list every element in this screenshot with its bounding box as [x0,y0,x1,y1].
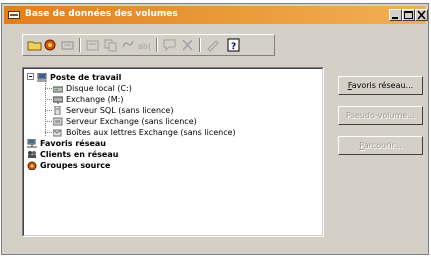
button-label: avoris réseau... [351,81,414,90]
tree-item-label: Clients en réseau [40,150,119,159]
tree-item-label: Exchange (M:) [66,95,124,104]
collapse-toggle[interactable] [27,73,34,80]
tree-connector [45,88,52,89]
network-clients-icon [27,150,37,159]
tree-item-label: Favoris réseau [40,139,106,148]
tree-connector [45,99,52,100]
tree-item-label: Serveur Exchange (sans licence) [66,117,197,126]
open-folder-icon[interactable] [27,38,43,52]
browse-button[interactable]: Parcourir... [338,136,423,155]
title-bar[interactable]: Base de données des volumes [4,6,428,24]
network-favorites-button[interactable]: Favoris réseau... [338,76,423,95]
tree-item-label: Disque local (C:) [66,84,132,93]
server-icon[interactable] [60,38,76,52]
volume-database-window: Base de données des volumes ab| ? Poste … [1,3,429,255]
rename-icon[interactable]: ab| [137,38,153,52]
close-icon [417,10,426,20]
close-button[interactable] [415,9,428,21]
link-icon[interactable] [120,38,136,52]
tree-item-label: Groupes source [40,161,111,170]
svg-text:ab|: ab| [138,42,151,51]
volume-tree[interactable]: Poste de travail Disque local (C:) Excha… [22,67,324,237]
maximize-button[interactable] [402,9,415,21]
toolbar-separator [199,38,201,52]
tree-item-label: Serveur SQL (sans licence) [66,106,174,115]
help-icon[interactable]: ? [226,38,242,52]
toolbar-separator [156,38,158,52]
properties-icon[interactable] [85,38,101,52]
button-label: arcourir... [363,141,402,150]
toolbar-separator [79,38,81,52]
minimize-button[interactable] [389,9,402,21]
tree-connector [45,132,52,133]
window-title: Base de données des volumes [25,9,178,19]
mailbox-icon [52,128,63,137]
tree-connector [45,110,52,111]
source-groups-icon [27,161,37,171]
minimize-icon [392,17,398,19]
edit-icon[interactable] [205,38,221,52]
network-drive-icon [52,95,64,104]
tree-connector [45,121,52,122]
window-app-icon [8,11,20,19]
sql-server-icon [53,105,63,116]
tree-item-label: Poste de travail [50,73,122,82]
delete-icon[interactable] [180,38,196,52]
exchange-server-icon [52,117,63,126]
pseudo-volume-button[interactable]: Pseudo-volume... [338,106,423,125]
copy-icon[interactable] [103,38,119,52]
maximize-icon [404,11,413,19]
new-volume-icon[interactable] [43,38,59,52]
button-label: Pseudo-volume... [346,111,415,120]
computer-icon [37,72,47,82]
toolbar: ab| ? [22,34,275,56]
tree-item-label: Boîtes aux lettres Exchange (sans licenc… [66,128,236,137]
local-disk-icon [52,84,64,93]
network-favorites-icon [27,138,37,148]
svg-text:?: ? [231,42,236,52]
comment-icon[interactable] [162,38,178,52]
